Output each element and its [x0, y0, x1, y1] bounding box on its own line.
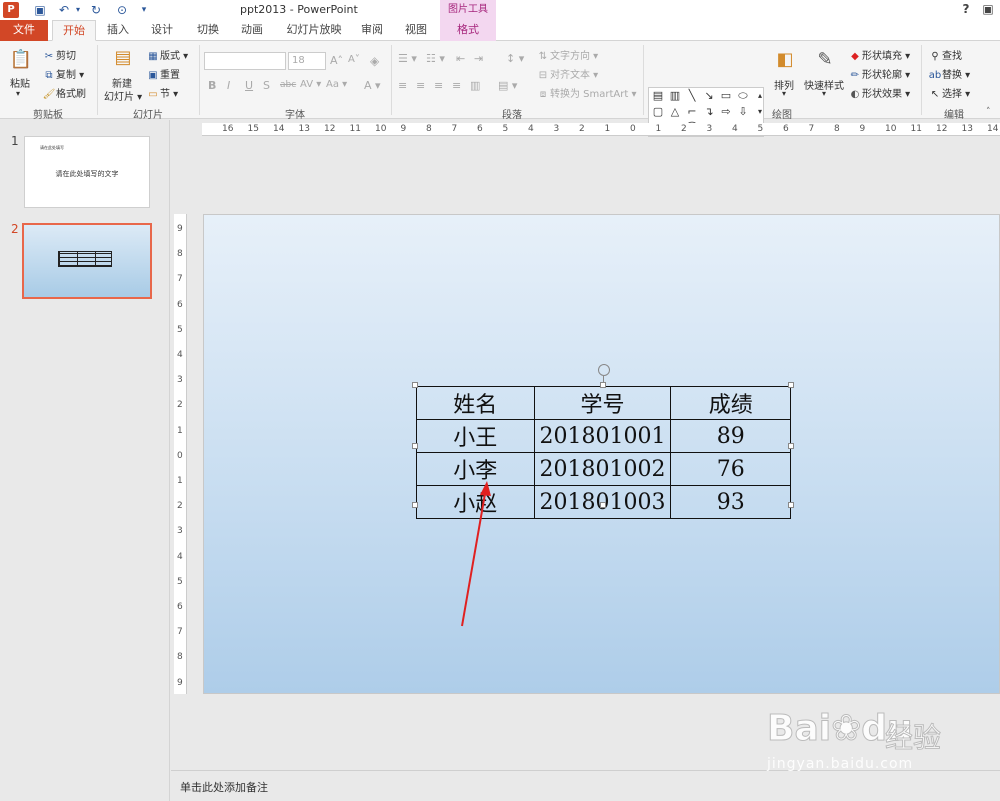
paw-icon: ❀: [831, 708, 862, 750]
annotation-arrow: [461, 481, 491, 627]
annotation-arrow-line: [461, 487, 487, 627]
baidu-jingyan-watermark: Bai❀du 经验 jingyan.baidu.com: [765, 690, 965, 780]
annotation-arrow-head: [480, 481, 491, 496]
notes-placeholder[interactable]: 单击此处添加备注: [180, 779, 268, 795]
watermark-url: jingyan.baidu.com: [767, 756, 914, 772]
watermark-brand-part1: Bai: [766, 708, 832, 750]
watermark-jingyan: 经验: [884, 721, 942, 755]
